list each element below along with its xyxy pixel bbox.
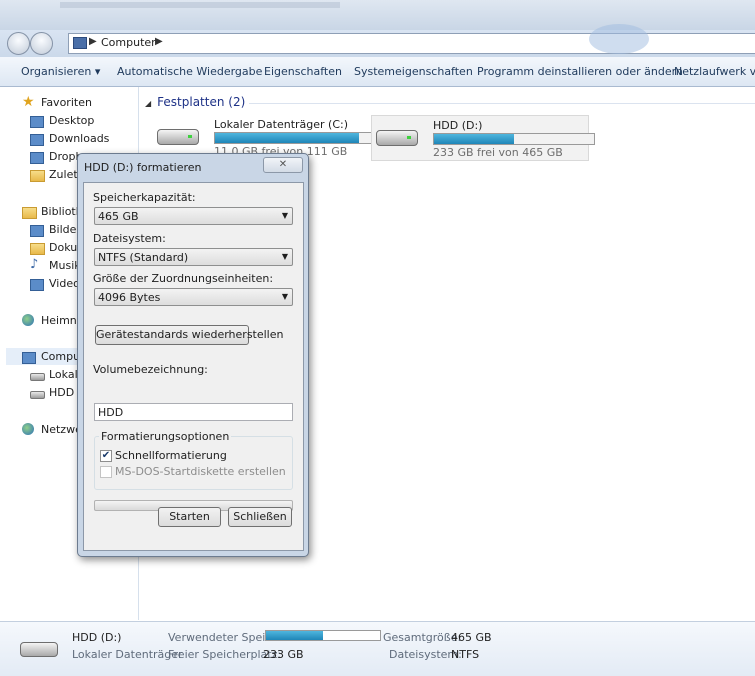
format-options-legend: Formatierungsoptionen	[99, 430, 232, 443]
chevron-right-icon[interactable]: ▶	[89, 36, 97, 47]
nav-label: Favoriten	[41, 96, 92, 109]
quick-format-label: Schnellformatierung	[115, 449, 227, 462]
system-properties-button[interactable]: Systemeigenschaften	[354, 65, 473, 78]
nav-label: Musik	[49, 259, 81, 272]
details-fs-value: NTFS	[451, 648, 480, 661]
drive-icon	[30, 373, 45, 381]
drive-usage-bar	[433, 133, 595, 145]
address-row: ▶ Computer ▶	[0, 24, 755, 57]
dropbox-icon	[30, 152, 44, 164]
chevron-right-icon[interactable]: ▶	[155, 36, 163, 47]
computer-icon	[73, 37, 87, 49]
organize-label: Organisieren	[21, 65, 92, 78]
details-total-label: Gesamtgröße:	[383, 631, 462, 644]
drive-icon	[30, 391, 45, 399]
volume-label: Volumebezeichnung:	[93, 363, 208, 376]
collapse-triangle-icon[interactable]: ◢	[145, 99, 151, 108]
forward-button[interactable]	[30, 32, 53, 55]
quick-format-checkbox[interactable]: ✔	[100, 450, 112, 462]
pictures-icon	[30, 225, 44, 237]
organize-button[interactable]: Organisieren ▾	[21, 65, 100, 78]
details-total-value: 465 GB	[451, 631, 492, 644]
filesystem-value: NTFS (Standard)	[98, 251, 189, 264]
desktop-icon	[30, 116, 44, 128]
address-location[interactable]: Computer	[101, 36, 156, 49]
back-button[interactable]	[7, 32, 30, 55]
details-free-value: 233 GB	[263, 648, 304, 661]
format-options-group: Formatierungsoptionen ✔ Schnellformatier…	[94, 430, 293, 490]
close-icon: ✕	[278, 159, 288, 170]
allocation-value: 4096 Bytes	[98, 291, 161, 304]
group-title: Festplatten (2)	[157, 95, 246, 109]
computer-icon	[22, 352, 36, 364]
group-header[interactable]: ◢ Festplatten (2)	[145, 95, 245, 109]
hard-drive-icon	[20, 642, 58, 657]
start-button[interactable]: Starten	[158, 507, 221, 527]
filesystem-select[interactable]: NTFS (Standard) ▼	[94, 248, 293, 266]
group-divider	[249, 103, 755, 104]
uninstall-button[interactable]: Programm deinstallieren oder ändern	[477, 65, 683, 78]
drive-name: HDD (D:)	[433, 119, 483, 132]
downloads-icon	[30, 134, 44, 146]
nav-label: Downloads	[49, 132, 110, 145]
network-drive-button[interactable]: Netzlaufwerk verb	[674, 65, 755, 78]
drive-usage-bar	[214, 132, 376, 144]
allocation-select[interactable]: 4096 Bytes ▼	[94, 288, 293, 306]
capacity-select[interactable]: 465 GB ▼	[94, 207, 293, 225]
recent-places-icon	[30, 170, 45, 182]
close-button[interactable]: Schließen	[228, 507, 292, 527]
dialog-close-button[interactable]: ✕	[263, 157, 303, 173]
restore-defaults-button[interactable]: Gerätestandards wiederherstellen	[95, 325, 283, 345]
details-pane: HDD (D:) Lokaler Datenträger Verwendeter…	[0, 621, 755, 676]
filesystem-label: Dateisystem:	[93, 232, 166, 245]
volume-value: HDD	[98, 406, 124, 419]
library-icon	[22, 207, 37, 219]
checkmark-icon: ✔	[101, 450, 111, 461]
window-titlebar	[0, 0, 755, 30]
address-bar[interactable]: ▶ Computer ▶	[68, 24, 755, 54]
details-usage-bar	[265, 630, 381, 641]
nav-label: Desktop	[49, 114, 95, 127]
hard-drive-icon	[157, 129, 199, 145]
network-icon	[22, 423, 34, 435]
volume-label-input[interactable]: HDD	[94, 403, 293, 421]
details-name: HDD (D:)	[72, 631, 122, 644]
dialog-title: HDD (D:) formatieren	[84, 161, 202, 174]
command-toolbar: Organisieren ▾ Automatische Wiedergabe E…	[0, 57, 755, 87]
dropdown-arrow-icon: ▼	[281, 292, 288, 301]
drive-free-space: 233 GB frei von 465 GB	[433, 146, 563, 159]
dropdown-arrow-icon: ▼	[281, 211, 288, 220]
msdos-label: MS-DOS-Startdiskette erstellen	[115, 465, 286, 478]
details-type: Lokaler Datenträger	[72, 648, 183, 661]
music-icon: ♪	[30, 257, 39, 272]
dropdown-arrow-icon: ▼	[281, 252, 288, 261]
capacity-label: Speicherkapazität:	[93, 191, 196, 204]
star-icon: ★	[22, 94, 35, 110]
properties-button[interactable]: Eigenschaften	[264, 65, 342, 78]
format-dialog: HDD (D:) formatieren ✕ Speicherkapazität…	[77, 153, 309, 557]
drive-name: Lokaler Datenträger (C:)	[214, 118, 349, 131]
drive-tile-d[interactable]: HDD (D:) 233 GB frei von 465 GB	[371, 115, 595, 161]
autoplay-button[interactable]: Automatische Wiedergabe	[117, 65, 262, 78]
homegroup-icon	[22, 314, 34, 326]
allocation-label: Größe der Zuordnungseinheiten:	[93, 272, 274, 285]
dialog-body: Speicherkapazität: 465 GB ▼ Dateisystem:…	[83, 182, 304, 551]
documents-icon	[30, 243, 45, 255]
capacity-value: 465 GB	[98, 210, 139, 223]
hard-drive-icon	[376, 130, 418, 146]
videos-icon	[30, 279, 44, 291]
msdos-checkbox[interactable]	[100, 466, 112, 478]
